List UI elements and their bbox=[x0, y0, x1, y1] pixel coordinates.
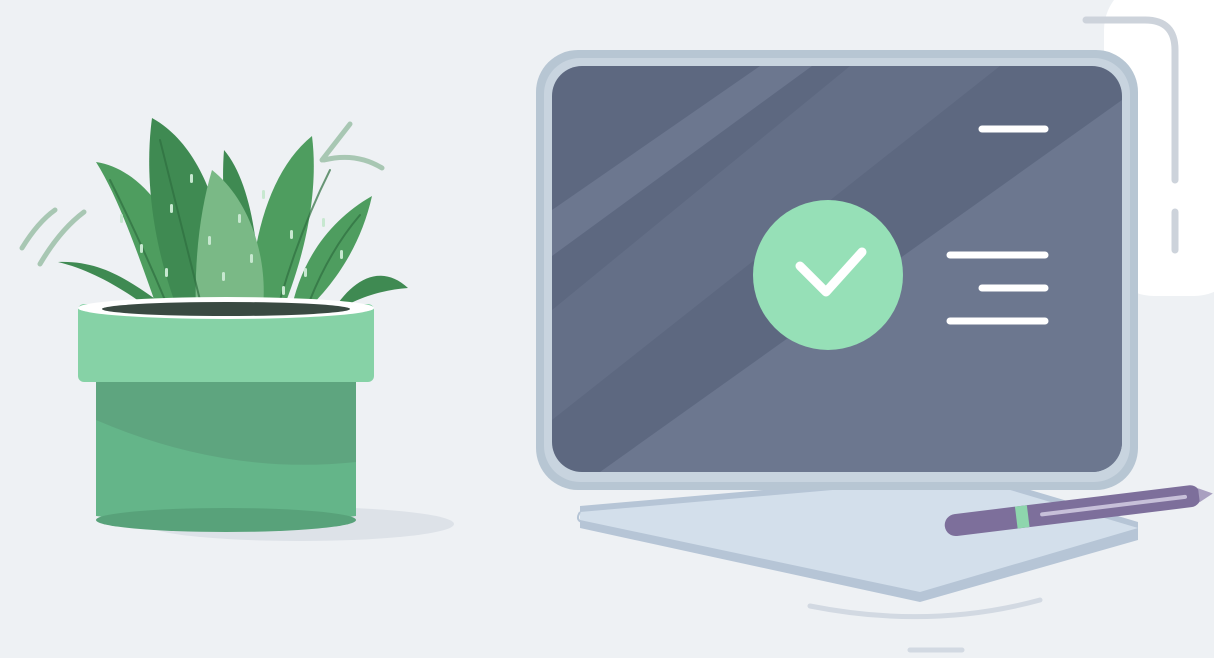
status-check bbox=[753, 200, 903, 350]
flower-pot bbox=[78, 297, 374, 532]
illustration bbox=[0, 0, 1214, 658]
